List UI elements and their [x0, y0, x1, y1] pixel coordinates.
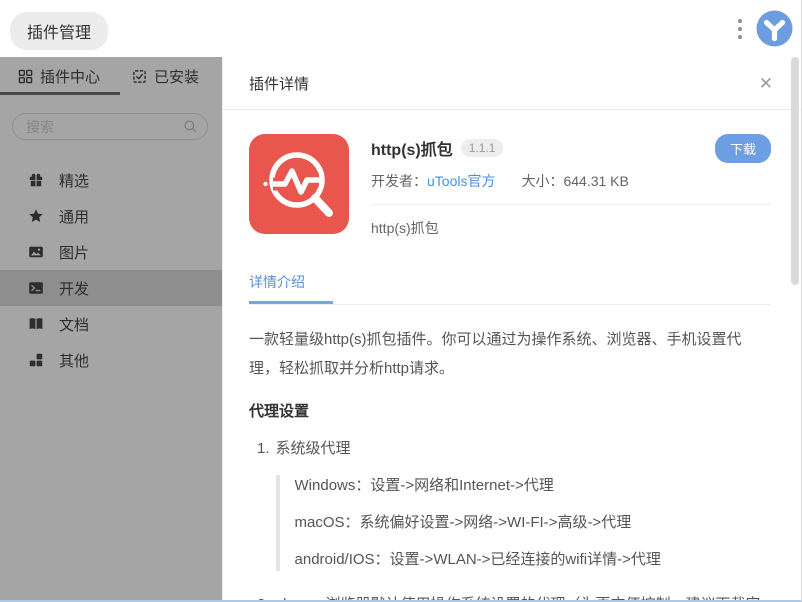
search-input[interactable] [12, 113, 208, 140]
category-list: 精选 通用 [0, 162, 222, 378]
plugin-summary-card: http(s)抓包 1.1.1 开发者：uTools官方 大小：644.31 KB… [249, 134, 771, 238]
list-number: 1. [257, 435, 270, 575]
close-icon[interactable]: ✕ [759, 75, 773, 92]
list-item: 2. chrome浏览器默认使用操作系统设置的代理（为更方便控制，建议下载安装一… [249, 591, 771, 602]
scrollbar-thumb[interactable] [791, 57, 799, 285]
plugin-intro-paragraph: 一款轻量级http(s)抓包插件。你可以通过为操作系统、浏览器、手机设置代理，轻… [249, 325, 771, 383]
sidebar-item-images[interactable]: 图片 [0, 234, 222, 270]
sidebar-item-label: 其他 [59, 350, 89, 371]
terminal-icon [27, 280, 44, 296]
search-box [12, 113, 208, 140]
quote-line-android: android/IOS：设置->WLAN->已经连接的wifi详情->代理 [295, 549, 771, 571]
plugin-meta: 开发者：uTools官方 大小：644.31 KB [371, 171, 771, 191]
blocks-icon [27, 352, 44, 368]
sidebar-item-featured[interactable]: 精选 [0, 162, 222, 198]
section-title-proxy-settings: 代理设置 [249, 400, 771, 421]
gift-icon [27, 172, 44, 188]
size-label: 大小： [521, 173, 563, 189]
sidebar-item-label: 图片 [59, 242, 89, 263]
sidebar-item-dev[interactable]: 开发 [0, 270, 222, 306]
sidebar-item-label: 通用 [59, 206, 89, 227]
plugin-info: http(s)抓包 1.1.1 开发者：uTools官方 大小：644.31 KB… [371, 134, 771, 238]
system-proxy-quote: Windows：设置->网络和Internet->代理 macOS：系统偏好设置… [276, 475, 771, 571]
detail-header: 插件详情 ✕ [223, 57, 801, 110]
sidebar-item-others[interactable]: 其他 [0, 342, 222, 378]
divider [371, 204, 771, 205]
list-number: 2. [257, 591, 270, 602]
plugin-name: http(s)抓包 [371, 136, 453, 160]
sidebar-item-general[interactable]: 通用 [0, 198, 222, 234]
tab-plugin-center-label: 插件中心 [40, 66, 100, 87]
sidebar-item-docs[interactable]: 文档 [0, 306, 222, 342]
search-icon [183, 119, 198, 139]
tab-installed-label: 已安装 [154, 66, 199, 87]
quote-line-macos: macOS：系统偏好设置->网络->WI-FI->高级->代理 [295, 512, 771, 534]
grid-icon [18, 69, 33, 84]
quote-line-windows: Windows：设置->网络和Internet->代理 [295, 475, 771, 497]
detail-tabs: 详情介绍 [249, 272, 771, 305]
image-icon [27, 244, 44, 260]
sidebar-tabbar: 插件中心 已安装 [0, 57, 222, 95]
detail-title: 插件详情 [249, 73, 309, 94]
utools-logo-icon[interactable] [756, 10, 793, 47]
topbar: 插件管理 [0, 0, 801, 57]
plugin-detail-drawer: 插件详情 ✕ 下载 [222, 57, 801, 600]
list-item-text: 系统级代理 [276, 440, 351, 457]
plugin-version-badge: 1.1.1 [461, 139, 504, 157]
list-item: 1. 系统级代理 Windows：设置->网络和Internet->代理 mac… [249, 435, 771, 575]
tab-plugin-center[interactable]: 插件中心 [0, 57, 114, 95]
developer-label: 开发者： [371, 173, 427, 189]
kebab-menu-icon[interactable] [734, 13, 746, 45]
proxy-steps-list: 1. 系统级代理 Windows：设置->网络和Internet->代理 mac… [249, 435, 771, 602]
book-icon [27, 316, 44, 332]
sidebar-item-label: 开发 [59, 278, 89, 299]
page-title: 插件管理 [10, 12, 108, 50]
tab-details-intro[interactable]: 详情介绍 [249, 272, 333, 304]
plugin-summary: http(s)抓包 [371, 218, 771, 238]
checkbox-icon [132, 69, 147, 84]
topbar-controls [734, 10, 793, 47]
tab-installed[interactable]: 已安装 [114, 57, 213, 95]
star-icon [27, 208, 44, 224]
detail-body: 下载 http(s)抓包 1. [223, 110, 801, 602]
download-button[interactable]: 下载 [715, 134, 771, 163]
list-item-text: chrome浏览器默认使用操作系统设置的代理（为更方便控制，建议下载安装一个可配… [276, 596, 761, 602]
main-area: 插件中心 已安装 [0, 57, 801, 600]
plugin-manager-window: 插件管理 [0, 0, 802, 602]
sidebar: 插件中心 已安装 [0, 57, 222, 600]
sidebar-item-label: 精选 [59, 170, 89, 191]
sidebar-item-label: 文档 [59, 314, 89, 335]
plugin-size: 644.31 KB [563, 173, 628, 189]
plugin-app-icon [249, 134, 349, 234]
developer-link[interactable]: uTools官方 [427, 173, 495, 189]
